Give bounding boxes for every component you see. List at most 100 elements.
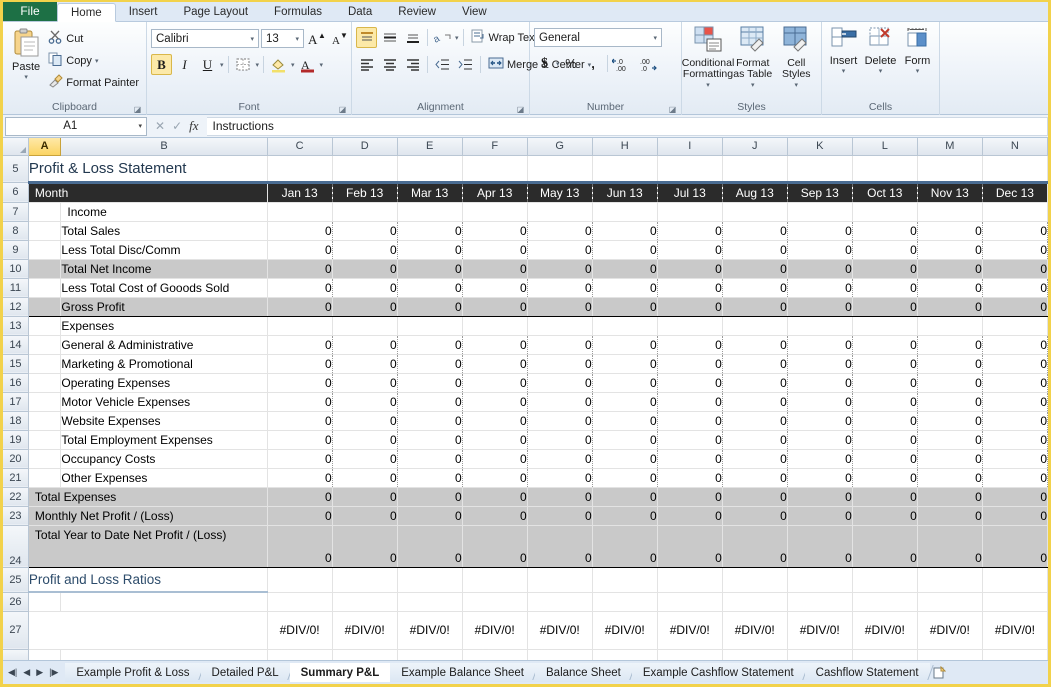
cell[interactable] [592,567,657,592]
cell[interactable] [267,592,332,611]
format-cells-button[interactable]: Form ▾ [900,26,935,75]
cell[interactable]: 0 [917,221,982,240]
cell[interactable]: 0 [917,240,982,259]
cell[interactable]: #DIV/0! [462,611,527,649]
cell[interactable] [657,567,722,592]
cell[interactable] [982,155,1047,182]
cell[interactable]: 0 [657,468,722,487]
cell[interactable]: 0 [852,354,917,373]
cell[interactable]: 0 [657,525,722,567]
cell[interactable]: 0 [397,525,462,567]
cell[interactable]: 0 [397,430,462,449]
percent-format-button[interactable]: % [561,53,582,74]
cell[interactable]: 0 [592,278,657,297]
cell[interactable]: #DIV/0! [982,611,1047,649]
cell[interactable] [462,592,527,611]
cell[interactable]: 0 [852,468,917,487]
cell[interactable]: 0 [787,525,852,567]
cell[interactable]: 0 [592,335,657,354]
cell[interactable]: 0 [267,297,332,316]
cell[interactable]: 0 [462,221,527,240]
cell[interactable] [917,316,982,335]
cell[interactable]: 0 [592,259,657,278]
borders-button[interactable] [233,54,254,75]
cell[interactable]: 0 [722,335,787,354]
row-header-17[interactable]: 17 [3,392,28,411]
cell[interactable]: 0 [787,221,852,240]
cell[interactable]: 0 [917,506,982,525]
increase-font-size-button[interactable]: A▲ [306,28,327,49]
row-header-8[interactable]: 8 [3,221,28,240]
cell[interactable] [657,155,722,182]
cell[interactable]: 0 [657,221,722,240]
cell[interactable]: 0 [787,335,852,354]
chevron-down-icon[interactable]: ▾ [24,73,28,81]
row-header-20[interactable]: 20 [3,449,28,468]
cell[interactable]: 0 [852,259,917,278]
borders-chevron-down-icon[interactable]: ▾ [256,61,260,69]
alignment-dialog-launcher-icon[interactable]: ◪ [516,105,525,114]
cell[interactable]: 0 [267,373,332,392]
row-header-24[interactable]: 24 [3,525,28,567]
cell[interactable]: 0 [982,430,1047,449]
insert-function-icon[interactable]: fx [189,118,198,134]
cell[interactable] [657,592,722,611]
cell[interactable] [462,155,527,182]
cell[interactable]: 0 [267,392,332,411]
last-sheet-icon[interactable]: |▶ [49,667,58,678]
cell[interactable] [28,373,61,392]
cell[interactable]: 0 [722,525,787,567]
cell[interactable]: 0 [332,221,397,240]
font-name-select[interactable]: Calibri▾ [151,29,259,48]
cell[interactable] [28,430,61,449]
cell[interactable]: 0 [592,487,657,506]
cell[interactable] [397,592,462,611]
cell[interactable]: #DIV/0! [267,611,332,649]
cell[interactable]: #DIV/0! [787,611,852,649]
cell[interactable]: 0 [787,411,852,430]
cell[interactable] [397,316,462,335]
cell[interactable] [852,202,917,221]
cell[interactable] [462,202,527,221]
cell[interactable] [722,567,787,592]
cell[interactable]: 0 [982,487,1047,506]
cell[interactable]: 0 [332,411,397,430]
orientation-button[interactable]: a [432,27,453,48]
row-header-9[interactable]: 9 [3,240,28,259]
row-header-22[interactable]: 22 [3,487,28,506]
cell[interactable]: 0 [462,487,527,506]
column-header-H[interactable]: H [592,138,657,155]
fill-color-button[interactable] [268,54,289,75]
name-box[interactable]: A1 ▾ [5,117,147,136]
column-header-F[interactable]: F [462,138,527,155]
cell[interactable]: 0 [332,354,397,373]
accept-edit-icon[interactable]: ✓ [172,119,182,133]
cell[interactable]: #DIV/0! [397,611,462,649]
cell[interactable]: 0 [527,392,592,411]
cell[interactable]: 0 [592,525,657,567]
cell[interactable] [332,567,397,592]
prev-sheet-icon[interactable]: ◀ [23,667,30,678]
cell[interactable] [592,155,657,182]
cell[interactable]: 0 [917,411,982,430]
format-as-table-button[interactable]: Format as Table ▾ [732,25,774,91]
cell[interactable] [61,592,267,611]
cell[interactable]: 0 [527,259,592,278]
cell[interactable] [917,592,982,611]
cell[interactable]: 0 [527,449,592,468]
cell[interactable] [332,316,397,335]
cell[interactable]: 0 [267,468,332,487]
underline-chevron-down-icon[interactable]: ▾ [220,61,224,69]
cell[interactable] [852,567,917,592]
column-header-J[interactable]: J [722,138,787,155]
cell[interactable] [592,202,657,221]
cell[interactable]: 0 [917,430,982,449]
cell[interactable]: 0 [852,373,917,392]
cell[interactable]: #DIV/0! [852,611,917,649]
cell[interactable]: 0 [462,259,527,278]
cell[interactable]: 0 [917,468,982,487]
cell[interactable]: 0 [267,259,332,278]
underline-button[interactable]: U [197,54,218,75]
cell[interactable] [982,592,1047,611]
cell[interactable] [657,316,722,335]
